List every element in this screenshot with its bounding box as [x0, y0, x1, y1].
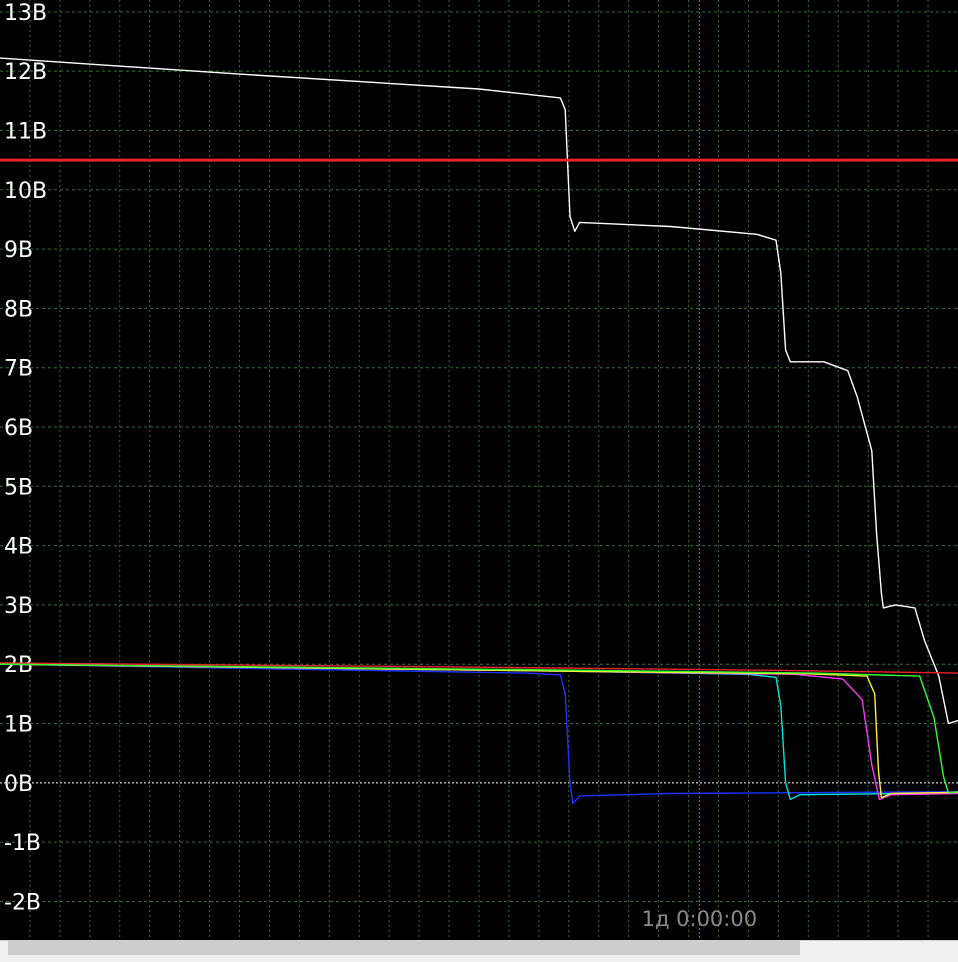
x-axis-labels: 1д 0:00:00 — [642, 907, 758, 931]
y-tick-label: 8В — [4, 297, 33, 322]
y-tick-label: -1В — [4, 831, 41, 856]
y-tick-label: 11В — [4, 119, 47, 144]
voltage-chart: 13В 12В 11В 10В 9В 8В 7В 6В 5В 4В 3В 2В 1В 0В -1В -2В 1… — [0, 0, 958, 940]
y-tick-label: 5В — [4, 475, 33, 500]
y-tick-label: 4В — [4, 535, 33, 560]
y-tick-label: 12В — [4, 60, 47, 85]
y-tick-label: 9В — [4, 238, 33, 263]
y-tick-label: 3В — [4, 594, 33, 619]
y-tick-label: -2В — [4, 890, 41, 915]
y-tick-label: 0В — [4, 772, 33, 797]
y-tick-label: 10В — [4, 179, 47, 204]
y-tick-label: 13В — [4, 1, 47, 26]
y-tick-label: 2В — [4, 653, 33, 678]
y-tick-label: 1В — [4, 713, 33, 738]
y-tick-label: 7В — [4, 357, 33, 382]
y-tick-label: 6В — [4, 416, 33, 441]
scrollbar-thumb[interactable] — [8, 941, 800, 955]
x-tick-label: 1д 0:00:00 — [642, 907, 758, 931]
